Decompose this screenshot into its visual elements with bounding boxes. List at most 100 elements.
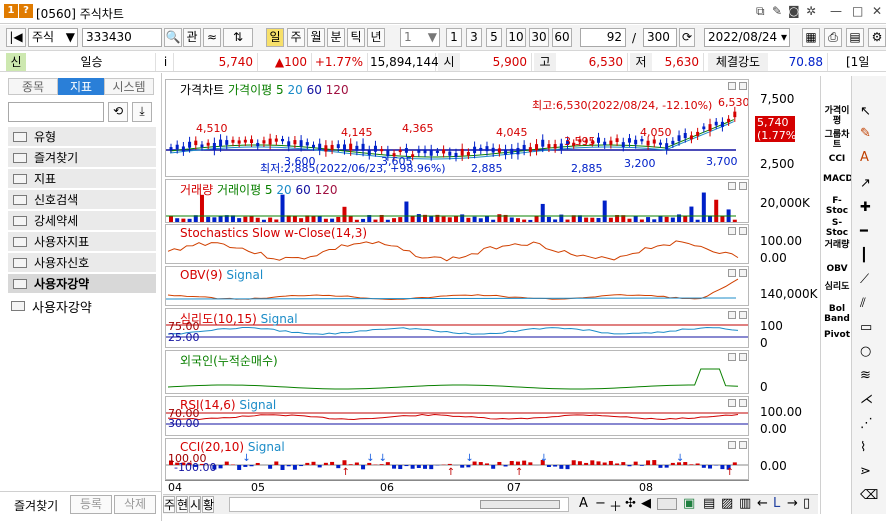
- panel-min-icon[interactable]: [728, 227, 736, 235]
- end-icon[interactable]: L: [773, 496, 780, 511]
- gann-icon[interactable]: ⋰: [860, 416, 873, 431]
- panel-close-icon[interactable]: [739, 441, 747, 449]
- watch-button[interactable]: 관: [183, 28, 201, 47]
- scroll-left-icon[interactable]: ◀: [641, 496, 651, 511]
- folder-favorites[interactable]: 즐겨찾기: [8, 148, 156, 168]
- folder-type[interactable]: 유형: [8, 127, 156, 147]
- zoom-text-button[interactable]: A: [579, 496, 588, 511]
- panel-close-icon[interactable]: [739, 182, 747, 190]
- qi-pivot[interactable]: Pivot: [823, 330, 851, 340]
- interval-select[interactable]: 1 ▼: [400, 28, 440, 47]
- memo-icon[interactable]: ✎: [772, 4, 782, 18]
- panel-close-icon[interactable]: [739, 399, 747, 407]
- arrow-left-icon[interactable]: ←: [757, 496, 768, 511]
- config-icon[interactable]: ⚙: [868, 28, 886, 47]
- info-icon[interactable]: i: [158, 53, 174, 71]
- zoom-out-icon[interactable]: −: [595, 496, 606, 511]
- qi-price-ma[interactable]: 가격이평: [823, 106, 851, 126]
- bottom-tab-price[interactable]: 시: [189, 496, 201, 513]
- pointer-icon[interactable]: ↖: [860, 104, 871, 119]
- prev-stock-icon[interactable]: |◀: [6, 28, 26, 47]
- interval-1-button[interactable]: 1: [446, 28, 462, 47]
- arrow-right-icon[interactable]: →: [787, 496, 798, 511]
- period-day-button[interactable]: 일: [266, 28, 284, 47]
- delete-drawing-icon[interactable]: ⌫: [860, 488, 878, 503]
- book-icon[interactable]: ▯: [803, 496, 810, 511]
- marker-icon[interactable]: A: [860, 150, 869, 165]
- fan-icon[interactable]: ⋌: [860, 392, 873, 407]
- refresh-icon[interactable]: ⟳: [679, 28, 695, 47]
- chart-area[interactable]: 가격차트 가격이평 5 20 60 120 최고:6,530(2022/08/2…: [163, 76, 818, 514]
- qi-volume[interactable]: 거래량: [823, 240, 851, 250]
- register-button[interactable]: 등록: [70, 495, 112, 514]
- folder-user-strength[interactable]: 사용자강약: [8, 274, 156, 294]
- period-minute-button[interactable]: 분: [327, 28, 345, 47]
- foreign-panel[interactable]: 외국인(누적순매수): [165, 350, 749, 394]
- hline-icon[interactable]: ━: [860, 224, 868, 239]
- text-icon[interactable]: ⋗: [860, 464, 871, 479]
- stock-code-input[interactable]: 333430: [82, 28, 162, 47]
- period-month-button[interactable]: 월: [307, 28, 325, 47]
- chart-icon[interactable]: ▥: [739, 496, 751, 511]
- bottom-tab-current[interactable]: 현: [176, 496, 188, 513]
- interval-5-button[interactable]: 5: [486, 28, 502, 47]
- folder-strength[interactable]: 강세약세: [8, 211, 156, 231]
- camera-icon[interactable]: ◙: [788, 4, 800, 18]
- panel-min-icon[interactable]: [728, 182, 736, 190]
- fibo-icon[interactable]: ≋: [860, 368, 871, 383]
- panel-close-icon[interactable]: [739, 311, 747, 319]
- download-icon[interactable]: ⤓: [132, 102, 152, 122]
- panel-close-icon[interactable]: [739, 353, 747, 361]
- obv-panel[interactable]: OBV(9) Signal: [165, 266, 749, 306]
- tab-stock[interactable]: 종목: [8, 78, 58, 95]
- qi-macd[interactable]: MACD: [823, 174, 853, 184]
- tab-system[interactable]: 시스템: [104, 78, 154, 95]
- settings-icon[interactable]: ✲: [806, 4, 816, 18]
- qi-fast-stoch[interactable]: F-Stoc: [823, 196, 851, 216]
- folder-user-indicator[interactable]: 사용자지표: [8, 232, 156, 252]
- folder-signal-search[interactable]: 신호검색: [8, 190, 156, 210]
- folder-indicator[interactable]: 지표: [8, 169, 156, 189]
- table-icon[interactable]: ▤: [703, 496, 715, 511]
- cci-panel[interactable]: CCI(20,10) Signal 100.00 -100.00 ↓ ↓ ↓ ↓ ↓ ↓ ↑…: [165, 438, 749, 480]
- circle-icon[interactable]: ○: [860, 344, 871, 359]
- minimize-icon[interactable]: —: [830, 4, 842, 18]
- panel-min-icon[interactable]: [728, 269, 736, 277]
- scroll-thumb[interactable]: [480, 500, 560, 509]
- search-icon[interactable]: 🔍: [164, 28, 182, 47]
- favorites-button[interactable]: 즐겨찾기: [14, 497, 58, 514]
- panel-min-icon[interactable]: [728, 441, 736, 449]
- cross-icon[interactable]: ✚: [860, 200, 871, 215]
- qi-bollinger[interactable]: Bol Band: [823, 304, 851, 324]
- trendline-icon[interactable]: ⟋: [860, 272, 869, 287]
- bottom-tab-status[interactable]: 황: [202, 496, 214, 513]
- display-count-input[interactable]: 92: [580, 28, 626, 47]
- interval-10-button[interactable]: 10: [506, 28, 526, 47]
- panel-close-icon[interactable]: [739, 269, 747, 277]
- total-count-input[interactable]: 300: [643, 28, 677, 47]
- period-tick-button[interactable]: 틱: [347, 28, 365, 47]
- delete-button[interactable]: 삭제: [114, 495, 156, 514]
- refresh-list-icon[interactable]: ⟲: [108, 102, 128, 122]
- panel-close-icon[interactable]: [739, 227, 747, 235]
- print-icon[interactable]: ⎙: [824, 28, 842, 47]
- wave-icon[interactable]: ⌇: [860, 440, 866, 455]
- psychology-panel[interactable]: 심리도(10,15) Signal 75.00 25.00: [165, 308, 749, 348]
- qi-psychology[interactable]: 심리도: [823, 282, 851, 292]
- tab-indicator[interactable]: 지표: [58, 78, 104, 95]
- zoom-all-icon[interactable]: ✣: [625, 496, 636, 511]
- tree-item-user-strength[interactable]: 사용자강약: [8, 297, 156, 316]
- chart-scrollbar[interactable]: [229, 497, 569, 512]
- save-chart-icon[interactable]: ▦: [802, 28, 820, 47]
- vline-icon[interactable]: ┃: [860, 248, 868, 263]
- qi-obv[interactable]: OBV: [823, 264, 851, 274]
- interval-3-button[interactable]: 3: [466, 28, 482, 47]
- qi-cci[interactable]: CCI: [823, 154, 851, 164]
- qi-group-chart[interactable]: 그룹차트: [823, 130, 851, 150]
- screen-number-badge[interactable]: 1: [4, 4, 18, 18]
- market-select[interactable]: 주식 ▼: [28, 28, 78, 47]
- maximize-icon[interactable]: □: [852, 4, 863, 18]
- stock-spin-icon[interactable]: ⇅: [223, 28, 253, 47]
- qi-slow-stoch[interactable]: S-Stoc: [823, 218, 851, 238]
- period-year-button[interactable]: 년: [367, 28, 385, 47]
